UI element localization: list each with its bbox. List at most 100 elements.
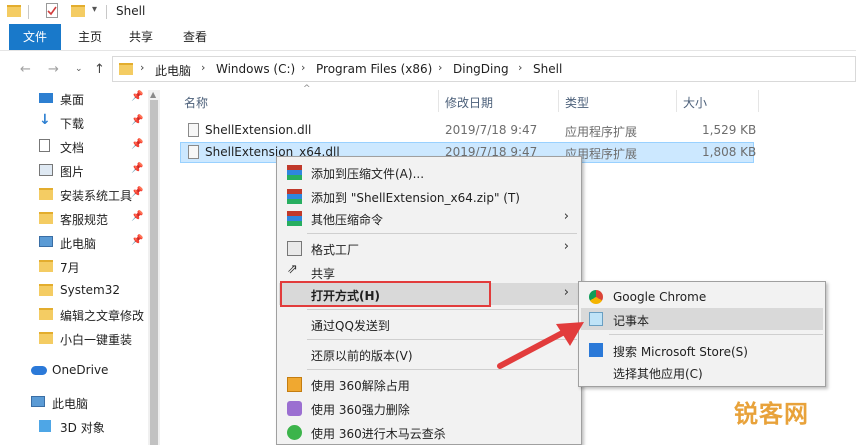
nav-item-downloads[interactable]: ↓ 下载 📌 — [0, 112, 147, 134]
breadcrumb-program-files[interactable]: Program Files (x86) — [316, 62, 432, 76]
tab-share[interactable]: 共享 — [127, 24, 155, 50]
chevron-right-icon: › — [563, 239, 569, 254]
pin-icon[interactable]: 📌 — [131, 91, 143, 102]
nav-item-documents[interactable]: 文档 📌 — [0, 136, 147, 158]
new-folder-icon[interactable] — [71, 5, 85, 17]
chevron-right-icon: › — [563, 209, 569, 224]
breadcrumb-drive-c[interactable]: Windows (C:) — [216, 62, 295, 76]
menu-item-360-force-delete[interactable]: 使用 360强力删除 — [279, 397, 579, 419]
menu-item-other-compress[interactable]: 其他压缩命令 › — [279, 207, 579, 229]
breadcrumb-this-pc[interactable]: 此电脑 — [155, 62, 191, 79]
nav-item-pictures[interactable]: 图片 📌 — [0, 160, 147, 182]
forward-arrow-icon[interactable]: → — [48, 62, 59, 77]
file-modified: 2019/7/18 9:47 — [445, 123, 538, 137]
chevron-right-icon[interactable]: › — [140, 61, 144, 74]
file-type: 应用程序扩展 — [565, 125, 638, 139]
breadcrumb-shell[interactable]: Shell — [533, 62, 562, 76]
submenu-item-store[interactable]: 搜索 Microsoft Store(S) — [581, 339, 823, 361]
address-bar[interactable]: › 此电脑 › Windows (C:) › Program Files (x8… — [112, 56, 856, 82]
chevron-right-icon[interactable]: › — [301, 61, 305, 74]
submenu-item-chrome[interactable]: Google Chrome — [581, 286, 823, 308]
folder-icon — [39, 212, 53, 224]
menu-divider — [307, 233, 577, 234]
desktop-icon — [39, 93, 53, 103]
file-size: 1,808 KB — [702, 145, 757, 159]
menu-item-share[interactable]: ⇗ 共享 — [279, 261, 579, 283]
cloud-icon — [31, 366, 47, 375]
nav-item-onedrive[interactable]: OneDrive — [0, 360, 147, 382]
toolbar-divider — [106, 5, 107, 19]
dll-file-icon — [188, 145, 199, 159]
tab-home[interactable]: 主页 — [76, 24, 104, 50]
microsoft-store-icon — [589, 343, 603, 357]
share-icon: ⇗ — [287, 262, 298, 277]
annotation-arrow — [497, 322, 584, 369]
picture-icon — [39, 164, 53, 176]
column-header-modified[interactable]: 修改日期 — [445, 94, 493, 111]
pin-icon[interactable]: 📌 — [131, 235, 143, 246]
menu-item-format-factory[interactable]: 格式工厂 › — [279, 237, 579, 259]
nav-item-desktop[interactable]: 桌面 📌 — [0, 88, 147, 110]
winrar-icon — [287, 165, 302, 180]
table-row[interactable]: ShellExtension.dll 2019/7/18 9:47 应用程序扩展… — [180, 120, 757, 141]
pin-icon[interactable]: 📌 — [131, 187, 143, 198]
column-header-name[interactable]: 名称 — [184, 94, 208, 111]
column-divider[interactable] — [676, 90, 677, 112]
column-divider[interactable] — [758, 90, 759, 112]
column-header-type[interactable]: 类型 — [565, 94, 589, 111]
nav-item-this-pc-pinned[interactable]: 此电脑 📌 — [0, 232, 147, 254]
document-icon — [39, 139, 50, 152]
recent-locations-chevron-icon[interactable]: ⌄ — [75, 64, 83, 74]
shield-360-icon — [287, 425, 302, 440]
shredder-360-icon — [287, 401, 302, 416]
pin-icon[interactable]: 📌 — [131, 139, 143, 150]
menu-item-add-to-archive[interactable]: 添加到压缩文件(A)... — [279, 161, 579, 183]
menu-item-360-unlock[interactable]: 使用 360解除占用 — [279, 373, 579, 395]
cube-3d-icon — [39, 420, 51, 432]
folder-icon — [39, 308, 53, 320]
column-divider[interactable] — [438, 90, 439, 112]
submenu-item-notepad[interactable]: 记事本 — [581, 308, 823, 330]
chevron-right-icon[interactable]: › — [438, 61, 442, 74]
menu-item-add-to-zip[interactable]: 添加到 "ShellExtension_x64.zip" (T) — [279, 185, 579, 207]
chevron-right-icon[interactable]: › — [201, 61, 205, 74]
menu-item-360-trojan-scan[interactable]: 使用 360进行木马云查杀 — [279, 421, 579, 443]
folder-icon — [39, 260, 53, 272]
nav-item-service-spec[interactable]: 客服规范 📌 — [0, 208, 147, 230]
file-size: 1,529 KB — [702, 123, 757, 137]
checkmark-properties-icon[interactable] — [46, 3, 58, 18]
ribbon-tabs: 文件 主页 共享 查看 — [0, 24, 856, 51]
pin-icon[interactable]: 📌 — [131, 115, 143, 126]
nav-item-system32[interactable]: System32 — [0, 280, 147, 302]
folder-icon — [7, 5, 21, 17]
navigation-pane: 桌面 📌 ↓ 下载 📌 文档 📌 图片 📌 安装系统工具 📌 客服规范 📌 此电… — [0, 88, 160, 445]
pin-icon[interactable]: 📌 — [131, 211, 143, 222]
breadcrumb-dingding[interactable]: DingDing — [453, 62, 509, 76]
nav-item-july[interactable]: 7月 — [0, 256, 147, 278]
chevron-right-icon[interactable]: › — [518, 61, 522, 74]
dll-file-icon — [188, 123, 199, 137]
nav-scrollbar-thumb[interactable] — [150, 100, 158, 445]
back-arrow-icon[interactable]: ← — [20, 62, 31, 77]
column-divider[interactable] — [558, 90, 559, 112]
nav-item-edit-articles[interactable]: 编辑之文章修改 — [0, 304, 147, 326]
pin-icon[interactable]: 📌 — [131, 163, 143, 174]
toolbar-divider — [28, 5, 29, 19]
nav-item-this-pc[interactable]: 此电脑 — [0, 392, 147, 414]
up-arrow-icon[interactable]: ↑ — [94, 62, 105, 77]
tab-view[interactable]: 查看 — [181, 24, 209, 50]
tab-file[interactable]: 文件 — [9, 24, 61, 50]
chevron-right-icon: › — [563, 285, 569, 300]
file-name: ShellExtension.dll — [205, 123, 312, 137]
notepad-icon — [589, 312, 603, 326]
scroll-up-icon[interactable]: ▲ — [150, 90, 156, 99]
nav-item-3d-objects[interactable]: 3D 对象 — [0, 416, 147, 438]
sort-caret-icon: ^ — [303, 84, 311, 94]
quick-access-dropdown-icon[interactable]: ▾ — [92, 4, 97, 15]
computer-icon — [31, 396, 45, 407]
submenu-item-choose-other[interactable]: 选择其他应用(C) — [581, 361, 823, 383]
nav-item-xiaobai-reinstall[interactable]: 小白一键重装 — [0, 328, 147, 350]
winrar-icon — [287, 211, 302, 226]
nav-item-install-tools[interactable]: 安装系统工具 📌 — [0, 184, 147, 206]
column-header-size[interactable]: 大小 — [683, 94, 707, 111]
